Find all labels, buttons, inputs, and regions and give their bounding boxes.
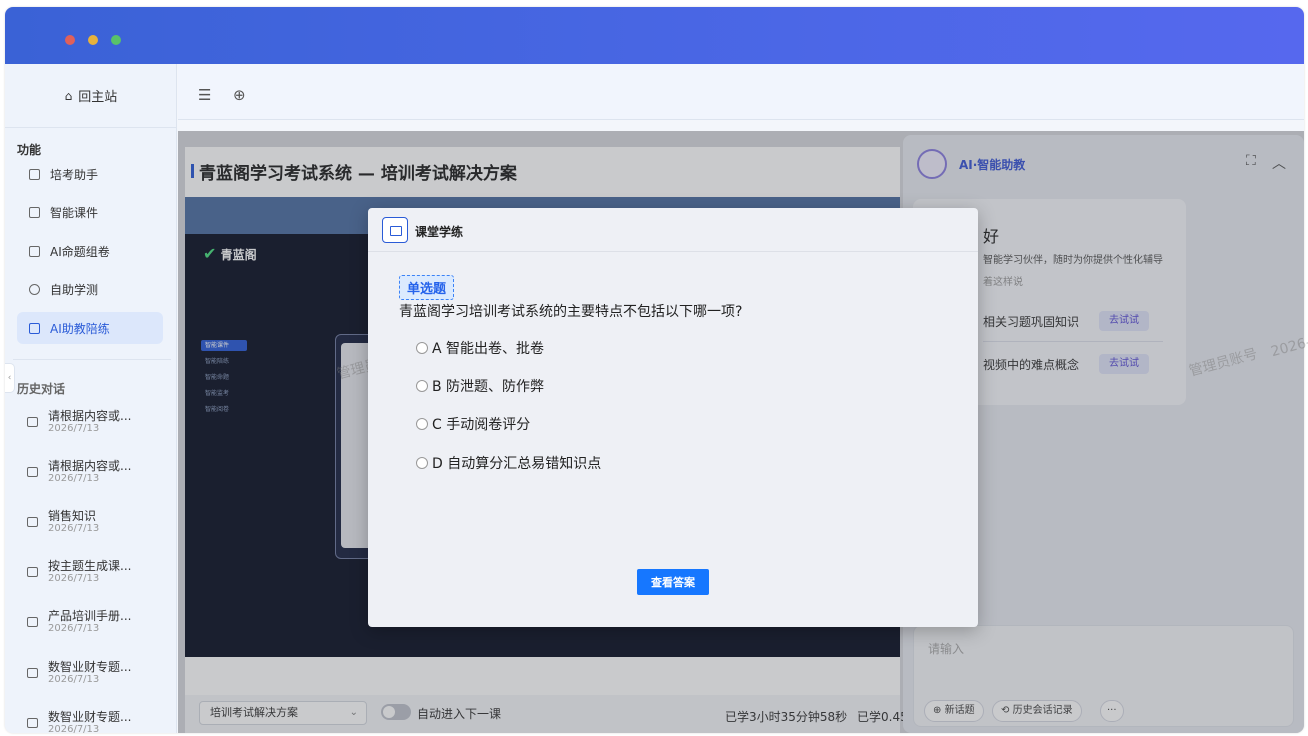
history-date: 2026/7/13: [48, 523, 100, 534]
ai-tutor-icon: [29, 322, 40, 334]
option-d[interactable]: D 自动算分汇总易错知识点: [416, 453, 601, 473]
history-item[interactable]: 按主题生成课... 2026/7/13: [27, 557, 167, 597]
radio-button[interactable]: [416, 418, 428, 430]
option-label: D 自动算分汇总易错知识点: [432, 456, 602, 472]
option-label: B 防泄题、防作弊: [432, 379, 545, 395]
chat-icon: [29, 168, 40, 180]
question-text: 青蓝阁学习培训考试系统的主要特点不包括以下哪一项?: [399, 304, 743, 320]
chat-icon: [27, 417, 38, 427]
modal-header: 课堂学练: [368, 208, 978, 252]
paper-icon: [29, 245, 40, 257]
minimize-window-dot[interactable]: [88, 35, 98, 45]
add-circle-icon[interactable]: ⊕: [233, 86, 246, 104]
chat-icon: [27, 517, 38, 527]
history-item[interactable]: 数智业财专题... 2026/7/13: [27, 708, 167, 733]
history-date: 2026/7/13: [48, 423, 100, 434]
divider: [13, 359, 171, 360]
sidebar-item-label: AI命题组卷: [50, 244, 110, 259]
sidebar-item-label: AI助教陪练: [50, 321, 110, 336]
maximize-window-dot[interactable]: [111, 35, 121, 45]
sidebar-item-ai-tutor[interactable]: AI助教陪练: [17, 312, 163, 344]
history-title-text: 数智业财专题...: [48, 660, 132, 674]
radio-button[interactable]: [416, 380, 428, 392]
sidebar: ⌂ 回主站 功能 培考助手 智能课件 AI命题组卷 自助学测 AI助教陪练 ‹ …: [5, 64, 177, 733]
view-answer-button[interactable]: 查看答案: [637, 569, 709, 595]
history-title-text: 销售知识: [48, 509, 97, 523]
menu-fold-icon[interactable]: ☰: [198, 86, 211, 104]
close-window-dot[interactable]: [65, 35, 75, 45]
history-date: 2026/7/13: [48, 724, 100, 733]
history-date: 2026/7/13: [48, 473, 100, 484]
history-title: 历史对话: [17, 382, 66, 396]
title-bar: [5, 7, 1304, 64]
courseware-icon: [29, 206, 40, 218]
sidebar-item-self-test[interactable]: 自助学测: [17, 273, 163, 305]
sidebar-item-label: 培考助手: [50, 167, 99, 182]
sidebar-item-ai-paper[interactable]: AI命题组卷: [17, 235, 163, 267]
chat-icon: [27, 467, 38, 477]
history-date: 2026/7/13: [48, 674, 100, 685]
practice-modal: 课堂学练 单选题 青蓝阁学习培训考试系统的主要特点不包括以下哪一项? A 智能出…: [368, 208, 978, 627]
user-test-icon: [29, 283, 40, 295]
history-item[interactable]: 请根据内容或... 2026/7/13: [27, 407, 167, 447]
chat-icon: [27, 668, 38, 678]
option-a[interactable]: A 智能出卷、批卷: [416, 338, 544, 358]
history-date: 2026/7/13: [48, 573, 100, 584]
chat-icon: [27, 617, 38, 627]
collapse-sidebar-button[interactable]: ‹: [5, 363, 15, 393]
chevron-left-icon: ‹: [7, 373, 12, 383]
option-b[interactable]: B 防泄题、防作弊: [416, 376, 544, 396]
history-date: 2026/7/13: [48, 623, 100, 634]
chat-icon: [27, 718, 38, 728]
history-title-text: 请根据内容或...: [48, 459, 132, 473]
option-label: A 智能出卷、批卷: [432, 341, 545, 357]
sidebar-item-label: 智能课件: [50, 205, 99, 220]
question-type-badge: 单选题: [399, 275, 455, 300]
home-link[interactable]: ⌂ 回主站: [5, 64, 177, 128]
sidebar-item-exam-assistant[interactable]: 培考助手: [17, 158, 163, 190]
history-title-text: 产品培训手册...: [48, 609, 132, 623]
option-label: C 手动阅卷评分: [432, 417, 531, 433]
history-item[interactable]: 销售知识 2026/7/13: [27, 507, 167, 547]
history-item[interactable]: 产品培训手册... 2026/7/13: [27, 607, 167, 647]
features-title: 功能: [17, 143, 42, 157]
sidebar-item-label: 自助学测: [50, 282, 99, 297]
cast-screen-icon: [382, 217, 408, 243]
history-title-text: 请根据内容或...: [48, 409, 132, 423]
home-icon: ⌂: [64, 88, 73, 103]
radio-button[interactable]: [416, 457, 428, 469]
radio-button[interactable]: [416, 342, 428, 354]
modal-title: 课堂学练: [415, 225, 464, 239]
history-title-text: 数智业财专题...: [48, 710, 132, 724]
history-title-text: 按主题生成课...: [48, 559, 132, 573]
top-toolbar: ☰ ⊕: [178, 64, 1304, 120]
history-item[interactable]: 请根据内容或... 2026/7/13: [27, 457, 167, 497]
option-c[interactable]: C 手动阅卷评分: [416, 414, 530, 434]
home-label: 回主站: [78, 90, 118, 105]
sidebar-item-courseware[interactable]: 智能课件: [17, 196, 163, 228]
chat-icon: [27, 567, 38, 577]
history-item[interactable]: 数智业财专题... 2026/7/13: [27, 658, 167, 698]
